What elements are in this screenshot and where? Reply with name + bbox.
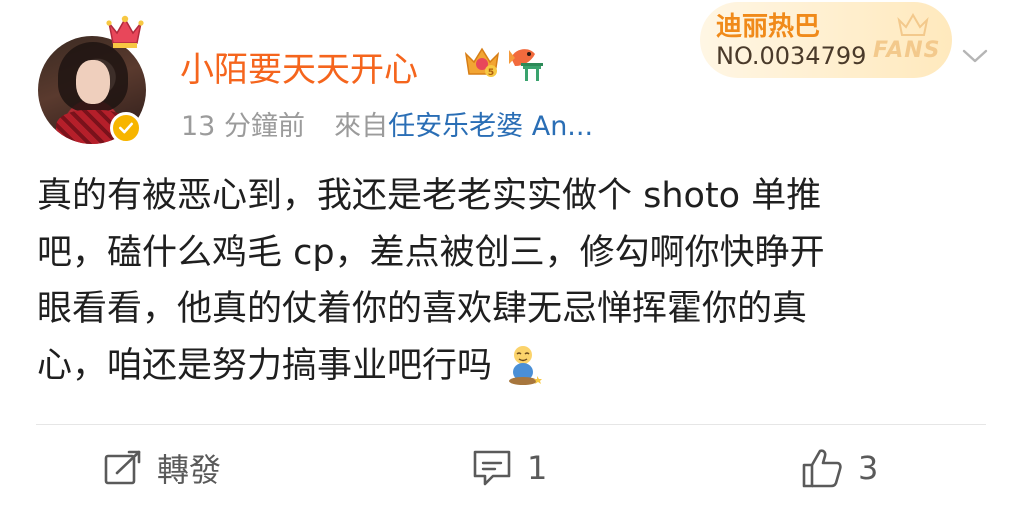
- comment-icon: [473, 450, 511, 486]
- verified-badge-icon: [110, 112, 142, 144]
- content-line-text: 心，咱还是努力搞事业吧行吗: [37, 345, 493, 386]
- vip-crown-icon[interactable]: 5: [463, 44, 501, 82]
- repost-label: 轉發: [157, 451, 222, 489]
- avatar-face: [76, 60, 110, 104]
- divider: [36, 424, 986, 425]
- svg-text:5: 5: [488, 68, 494, 78]
- repost-button[interactable]: 轉發: [103, 446, 221, 490]
- fans-crown-icon: [897, 13, 929, 36]
- source-prefix: 來自: [334, 111, 389, 142]
- fans-badge-name: 迪丽热巴: [716, 12, 821, 42]
- content-line: 吧，磕什么鸡毛 cp，差点被创三，修勾啊你快睁开: [37, 232, 825, 273]
- content-line-last: 心，咱还是努力搞事业吧行吗: [37, 338, 982, 395]
- thumbs-up-icon: [802, 449, 842, 488]
- chevron-down-icon[interactable]: [960, 46, 990, 66]
- comment-button[interactable]: 1: [471, 446, 547, 490]
- post-meta: 13 分鐘前 來自任安乐老婆 An...: [181, 104, 593, 143]
- post-time: 13 分鐘前: [181, 111, 305, 142]
- fans-badge-label: FANS: [873, 38, 941, 63]
- post-content: 真的有被恶心到，我还是老老实实做个 shoto 单推 吧，磕什么鸡毛 cp，差点…: [37, 168, 982, 394]
- avatar-decoration-icon: [106, 15, 144, 48]
- fans-badge-number: NO.0034799: [716, 42, 867, 70]
- koi-fish-icon[interactable]: [505, 44, 547, 84]
- source-link[interactable]: 任安乐老婆 An...: [388, 111, 593, 142]
- content-line: 真的有被恶心到，我还是老老实实做个 shoto 单推: [37, 176, 822, 216]
- username[interactable]: 小陌要天天开心: [180, 42, 418, 91]
- like-count: 3: [858, 449, 879, 487]
- repost-icon: [104, 450, 141, 485]
- content-line: 眼看看，他真的仗着你的喜欢肆无忌惮挥霍你的真: [37, 289, 808, 329]
- comment-count: 1: [527, 449, 548, 487]
- sitting-figure-emoji-icon: [509, 345, 543, 385]
- like-button[interactable]: 3: [800, 446, 878, 490]
